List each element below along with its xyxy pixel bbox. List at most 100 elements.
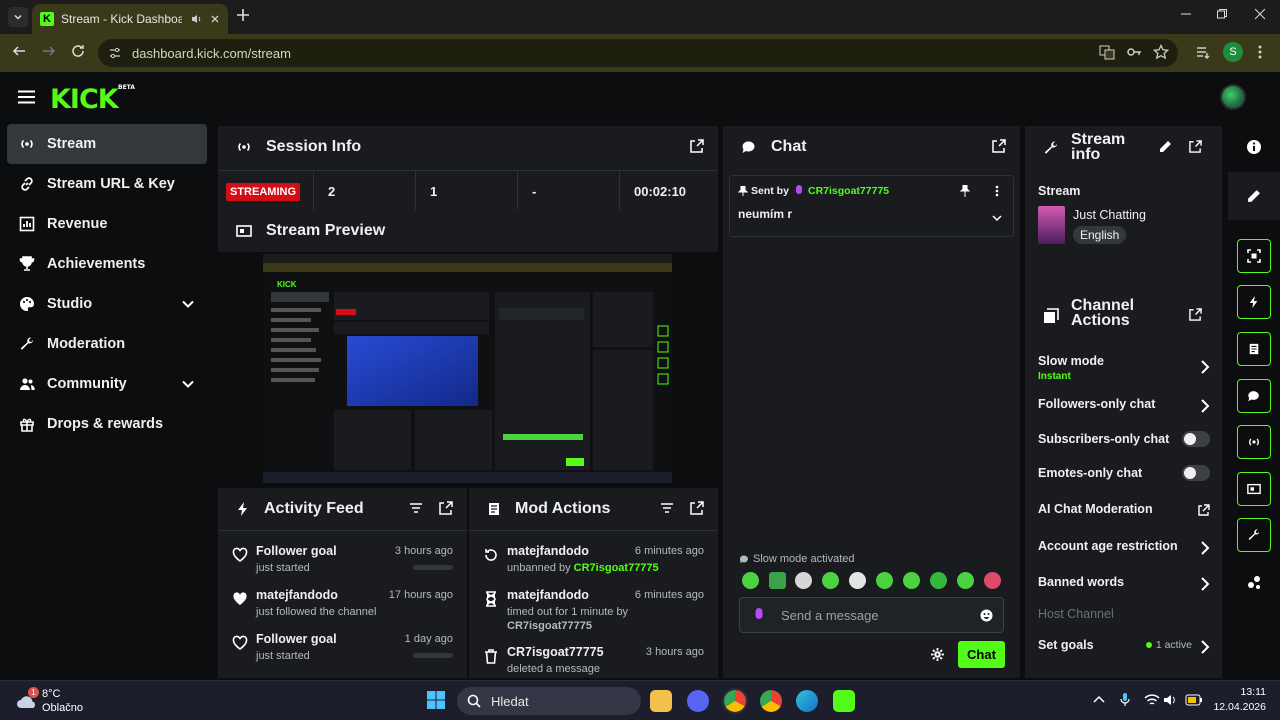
tray-chevron-up-icon[interactable] [1093,695,1105,705]
unpin-icon[interactable] [960,185,970,197]
popout-icon[interactable] [1189,308,1202,321]
popout-icon[interactable] [690,139,704,153]
edge-icon[interactable] [796,690,818,712]
emote-button[interactable] [795,572,812,589]
emote-button[interactable] [822,572,839,589]
sidebar-item-achievements[interactable]: Achievements [7,244,207,284]
kick-app-icon[interactable] [833,690,855,712]
reading-list-icon[interactable] [1195,44,1211,60]
site-info-icon[interactable] [108,46,122,60]
activity-name[interactable]: matejfandodo [256,588,338,602]
popout-icon[interactable] [1189,140,1202,153]
subscribers-only-toggle[interactable] [1182,431,1210,447]
focus-mode-button[interactable] [1237,239,1271,273]
emote-button[interactable] [984,572,1001,589]
mod-action-name[interactable]: CR7isgoat77775 [507,645,604,659]
browser-profile-avatar[interactable]: S [1223,42,1243,62]
stream-preview-video[interactable]: KICK [263,254,672,483]
slow-mode-action[interactable]: Slow mode Instant [1038,354,1210,382]
preview-toggle-button[interactable] [1237,472,1271,506]
popout-icon[interactable] [690,501,704,515]
emote-button[interactable] [876,572,893,589]
pencil-edit-icon[interactable] [1159,140,1172,153]
age-restriction-action[interactable]: Account age restriction [1038,539,1210,555]
mod-action-name[interactable]: matejfandodo [507,544,589,558]
speaker-icon[interactable] [190,13,202,25]
chevron-down-icon[interactable] [992,214,1002,222]
windows-start-icon[interactable] [426,690,446,710]
window-close-icon[interactable] [1254,8,1266,20]
taskbar-search[interactable]: Hledat [457,687,641,715]
stream-preview[interactable]: KICK [218,252,718,484]
moderation-tools-button[interactable] [1237,518,1271,552]
banned-words-action[interactable]: Banned words [1038,575,1210,591]
new-tab-icon[interactable] [236,8,250,22]
filter-icon[interactable] [409,501,423,515]
emote-button[interactable] [930,572,947,589]
pinned-message[interactable]: Sent by CR7isgoat77775 neumím r [729,175,1014,237]
filter-icon[interactable] [660,501,674,515]
emotes-only-toggle[interactable] [1182,465,1210,481]
weather-widget[interactable]: 1 8°C Oblačno [14,687,84,717]
popout-icon[interactable] [439,501,453,515]
moderator-name[interactable]: CR7isgoat77775 [574,562,659,574]
emote-button[interactable] [849,572,866,589]
user-avatar[interactable] [1220,84,1246,110]
followers-only-action[interactable]: Followers-only chat [1038,397,1210,413]
stream-category[interactable]: Just Chatting [1073,208,1146,222]
pinned-user[interactable]: CR7isgoat77775 [808,185,889,197]
popout-icon[interactable] [992,139,1006,153]
file-explorer-icon[interactable] [650,690,672,712]
chrome-profile-icon[interactable] [760,690,782,712]
translate-icon[interactable] [1099,44,1115,60]
sidebar-item-studio[interactable]: Studio [7,284,207,324]
bookmark-star-icon[interactable] [1153,44,1169,60]
sidebar-item-revenue[interactable]: Revenue [7,204,207,244]
emote-button[interactable] [903,572,920,589]
browser-menu-icon[interactable] [1258,44,1262,60]
battery-icon[interactable] [1185,694,1203,706]
sidebar-item-stream-url-key[interactable]: Stream URL & Key [7,164,207,204]
back-icon[interactable] [12,44,26,58]
chevron-down-icon[interactable] [181,377,195,391]
emote-button[interactable] [769,572,786,589]
chrome-icon[interactable] [722,688,748,714]
address-bar[interactable]: dashboard.kick.com/stream [98,39,1178,67]
reload-icon[interactable] [71,44,85,58]
wifi-icon[interactable] [1144,693,1160,707]
chat-toggle-button[interactable] [1237,379,1271,413]
tab-search-button[interactable] [8,7,28,27]
mod-action-name[interactable]: matejfandodo [507,588,589,602]
hamburger-menu-icon[interactable] [18,90,35,104]
ai-moderation-action[interactable]: AI Chat Moderation [1038,502,1210,516]
emote-button[interactable] [742,572,759,589]
live-toggle-button[interactable] [1237,425,1271,459]
category-thumbnail[interactable] [1038,206,1065,244]
sidebar-item-community[interactable]: Community [7,364,207,404]
kick-logo[interactable]: KICK BETA [50,84,135,115]
sidebar-item-stream[interactable]: Stream [7,124,207,164]
browser-tab[interactable]: K Stream - Kick Dashboard [32,4,228,34]
emote-button[interactable] [957,572,974,589]
info-button[interactable] [1237,130,1271,164]
chevron-down-icon[interactable] [181,297,195,311]
volume-icon[interactable] [1163,693,1177,707]
forward-icon[interactable] [42,44,56,58]
moderator-name[interactable]: CR7isgoat77775 [507,620,592,632]
set-goals-action[interactable]: Set goals 1 active [1038,638,1210,654]
chat-message-input[interactable]: Send a message [739,597,1004,633]
minimize-icon[interactable] [1180,8,1192,20]
send-chat-button[interactable]: Chat [958,641,1005,668]
edit-layout-button[interactable] [1237,179,1271,213]
sidebar-item-drops-rewards[interactable]: Drops & rewards [7,404,207,444]
microphone-icon[interactable] [1120,693,1130,707]
add-widget-button[interactable] [1237,565,1271,599]
system-clock[interactable]: 13:11 12.04.2026 [1213,685,1266,715]
restore-icon[interactable] [1216,8,1228,20]
sidebar-item-moderation[interactable]: Moderation [7,324,207,364]
discord-icon[interactable] [687,690,709,712]
emoji-picker-icon[interactable] [980,609,993,622]
mod-log-button[interactable] [1237,332,1271,366]
more-options-icon[interactable] [995,185,999,197]
close-tab-icon[interactable] [210,14,220,24]
